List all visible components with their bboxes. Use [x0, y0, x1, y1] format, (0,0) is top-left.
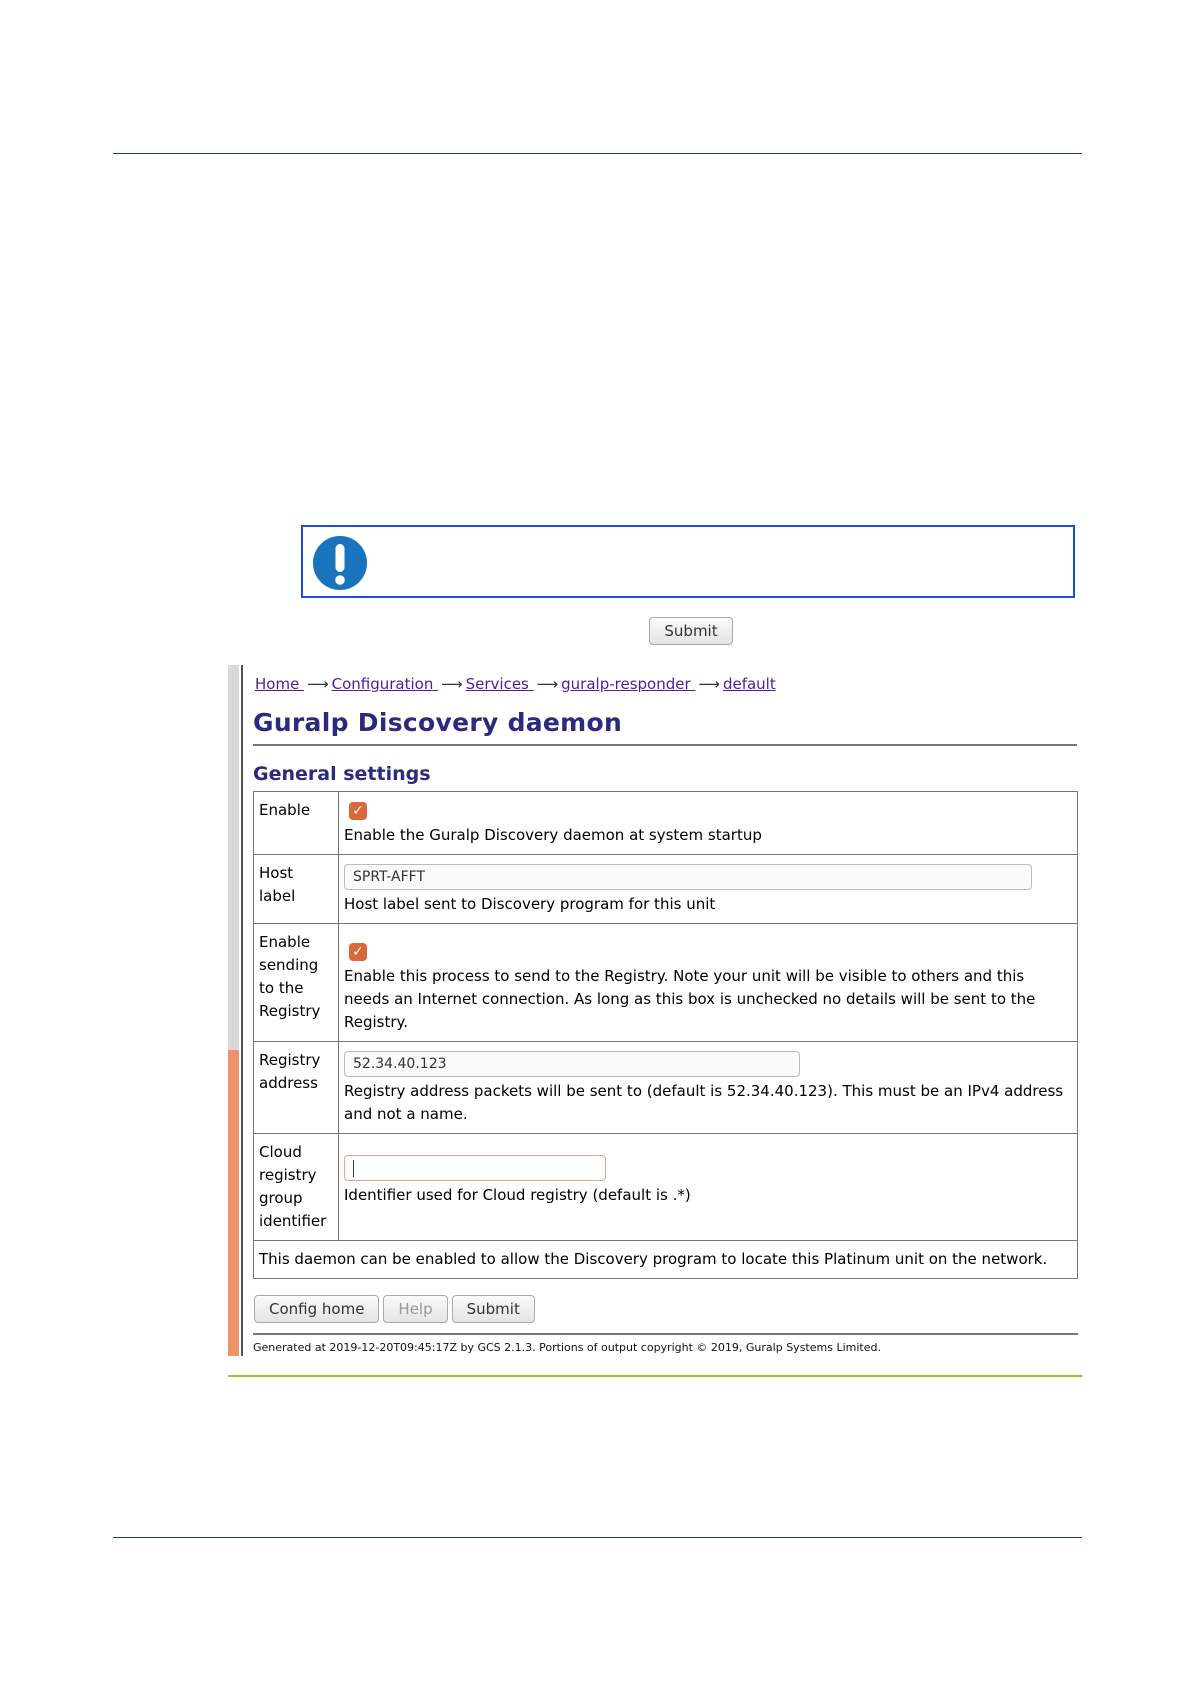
row-description: Enable the Guralp Discovery daemon at sy…	[344, 826, 762, 844]
text-caret	[353, 1159, 354, 1177]
breadcrumb-arrow: ⟶	[536, 675, 559, 693]
row-value: SPRT-AFFT Host label sent to Discovery p…	[338, 854, 1078, 924]
row-description: Registry address packets will be sent to…	[344, 1082, 1064, 1123]
breadcrumb-arrow: ⟶	[307, 675, 329, 693]
row-label: Cloud registry group identifier	[253, 1133, 339, 1241]
row-registry-address: Registry address 52.34.40.123 Registry a…	[253, 1041, 1078, 1134]
row-cloud-group: Cloud registry group identifier Identifi…	[253, 1133, 1078, 1241]
breadcrumb-arrow: ⟶	[441, 675, 463, 693]
breadcrumb-services[interactable]: Services	[466, 675, 534, 693]
title-divider	[253, 744, 1077, 746]
row-label: Registry address	[253, 1041, 339, 1134]
row-value: ✓ Enable this process to send to the Reg…	[338, 923, 1078, 1042]
row-description: Host label sent to Discovery program for…	[344, 895, 716, 913]
cloud-group-input[interactable]	[344, 1155, 606, 1181]
row-description: Enable this process to send to the Regis…	[344, 967, 1036, 1031]
row-value: ✓ Enable the Guralp Discovery daemon at …	[338, 791, 1078, 855]
web-ui-screenshot: Home ⟶ Configuration ⟶ Services ⟶ guralp-re…	[228, 665, 1082, 1356]
row-value: Identifier used for Cloud registry (defa…	[338, 1133, 1078, 1241]
frame-line	[241, 665, 243, 1356]
notice-box	[301, 525, 1075, 598]
row-description: Identifier used for Cloud registry (defa…	[344, 1186, 691, 1204]
footer-text: Generated at 2019-12-20T09:45:17Z by GCS…	[253, 1341, 881, 1354]
settings-table: Enable ✓ Enable the Guralp Discovery dae…	[253, 791, 1078, 1279]
row-host-label: Host label SPRT-AFFT Host label sent to …	[253, 854, 1078, 924]
registry-address-input[interactable]: 52.34.40.123	[344, 1051, 800, 1077]
row-value: 52.34.40.123 Registry address packets wi…	[338, 1041, 1078, 1134]
section-title: General settings	[253, 763, 431, 785]
row-label: Host label	[253, 854, 339, 924]
header-rule	[113, 153, 1082, 154]
top-submit-button[interactable]: Submit	[649, 617, 733, 645]
breadcrumb-configuration[interactable]: Configuration	[332, 675, 439, 693]
row-label: Enable	[253, 791, 339, 855]
host-label-input[interactable]: SPRT-AFFT	[344, 864, 1032, 890]
submit-button[interactable]: Submit	[451, 1295, 535, 1323]
help-button[interactable]: Help	[383, 1295, 448, 1323]
daemon-note: This daemon can be enabled to allow the …	[253, 1240, 1078, 1279]
exclamation-icon	[313, 536, 367, 590]
figure-rule	[228, 1375, 1082, 1377]
form-buttons: Config home Help Submit	[254, 1295, 539, 1323]
footer-rule	[113, 1537, 1082, 1538]
footer-divider	[253, 1333, 1078, 1335]
breadcrumb-arrow: ⟶	[698, 675, 720, 693]
row-note: This daemon can be enabled to allow the …	[253, 1240, 1078, 1279]
breadcrumb: Home ⟶ Configuration ⟶ Services ⟶ guralp-re…	[255, 675, 776, 693]
enable-checkbox[interactable]: ✓	[349, 802, 367, 820]
config-home-button[interactable]: Config home	[254, 1295, 380, 1323]
breadcrumb-guralp-responder[interactable]: guralp-responder	[561, 675, 695, 693]
scrollbar-thumb[interactable]	[228, 1050, 239, 1356]
row-registry-enable: Enable sending to the Registry ✓ Enable …	[253, 923, 1078, 1042]
row-enable: Enable ✓ Enable the Guralp Discovery dae…	[253, 791, 1078, 855]
registry-checkbox[interactable]: ✓	[349, 943, 367, 961]
row-label: Enable sending to the Registry	[253, 923, 339, 1042]
breadcrumb-default[interactable]: default	[723, 675, 776, 693]
page-title: Guralp Discovery daemon	[253, 708, 623, 737]
breadcrumb-home[interactable]: Home	[255, 675, 304, 693]
